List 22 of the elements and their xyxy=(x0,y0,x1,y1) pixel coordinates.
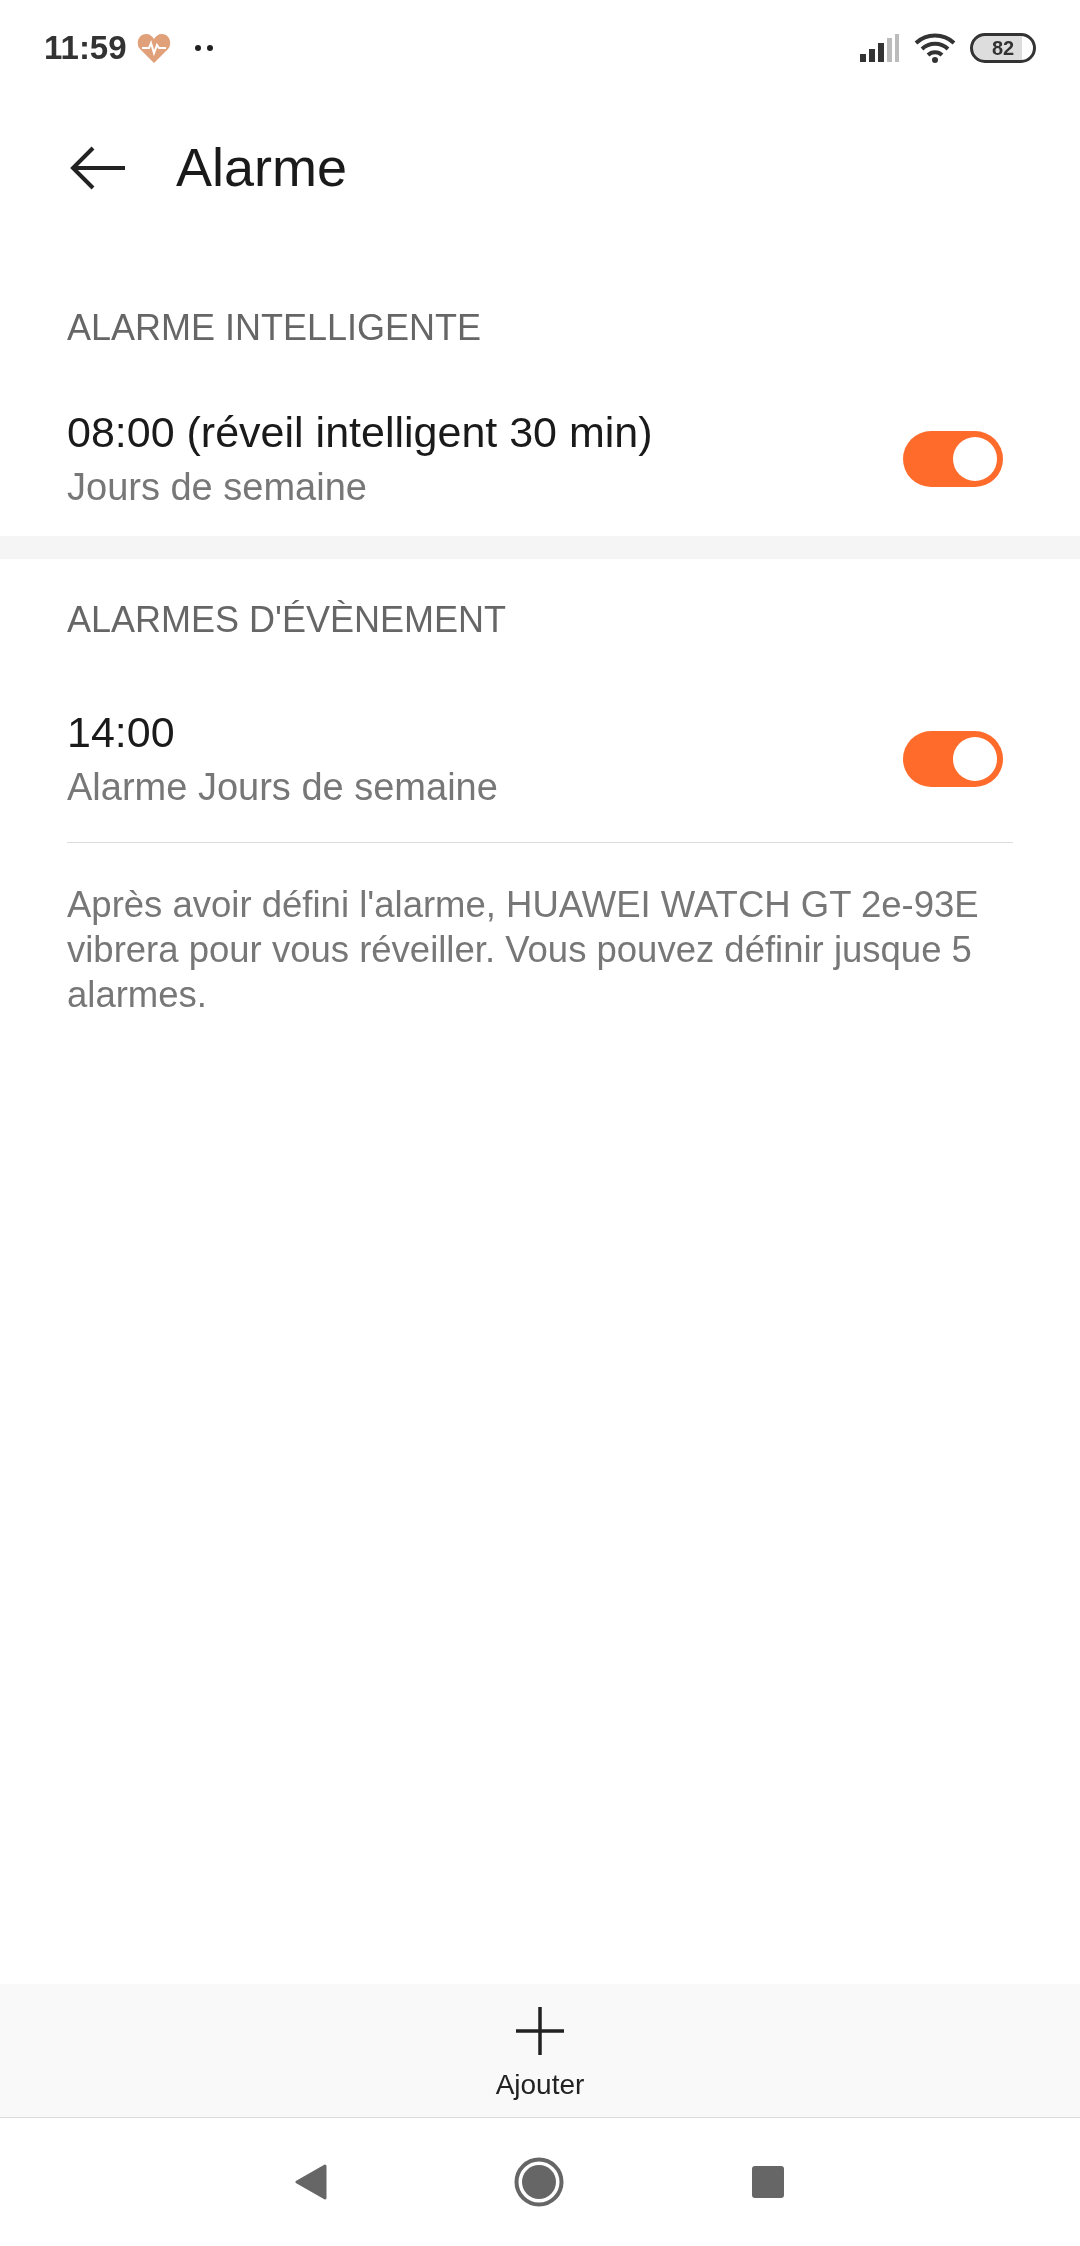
status-time: 11:59 xyxy=(44,27,127,68)
back-arrow-icon xyxy=(69,145,127,190)
alarm-time: 08:00 (réveil intelligent 30 min) xyxy=(67,408,654,456)
home-nav-icon[interactable] xyxy=(514,2157,564,2207)
plus-icon xyxy=(515,2006,565,2056)
wifi-icon xyxy=(914,31,956,64)
recents-nav-icon[interactable] xyxy=(751,2165,785,2199)
info-note: Après avoir défini l'alarme, HUAWEI WATCH GT 2e-93E vibrera pour vous réveiller. Vous pouvez définir jusque 5 alarmes. xyxy=(66,883,980,1017)
section-header: ALARMES D'ÉVÈNEMENT xyxy=(67,600,507,640)
signal-icon xyxy=(860,33,900,62)
page-title: Alarme xyxy=(176,136,348,199)
more-dots-icon xyxy=(194,44,213,51)
heart-icon xyxy=(136,31,171,64)
add-button[interactable]: Ajouter xyxy=(0,1984,1080,2117)
alarm-repeat: Jours de semaine xyxy=(67,465,368,510)
alarm-toggle[interactable] xyxy=(903,731,1003,787)
alarm-time: 14:00 xyxy=(67,708,176,756)
alarm-toggle[interactable] xyxy=(903,431,1003,487)
alarm-repeat: Alarme Jours de semaine xyxy=(67,765,499,810)
back-nav-icon[interactable] xyxy=(295,2164,327,2200)
battery-indicator: 82 xyxy=(970,32,1036,63)
section-header: ALARME INTELLIGENTE xyxy=(67,308,483,348)
